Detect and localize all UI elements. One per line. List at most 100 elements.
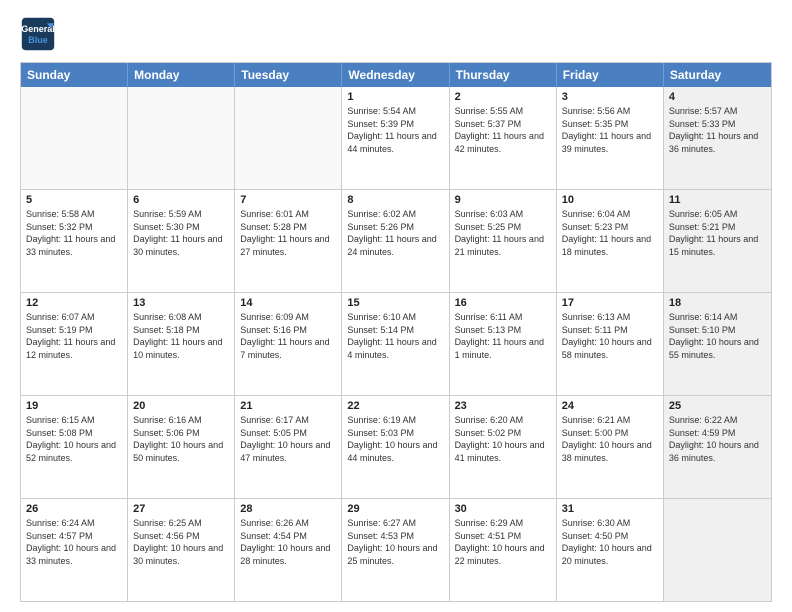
calendar-cell: 7 Sunrise: 6:01 AM Sunset: 5:28 PM Daylig… [235, 190, 342, 292]
cell-info: Sunrise: 6:22 AM Sunset: 4:59 PM Dayligh… [669, 414, 766, 464]
calendar-cell [235, 87, 342, 189]
calendar-cell: 13 Sunrise: 6:08 AM Sunset: 5:18 PM Dayli… [128, 293, 235, 395]
calendar-cell: 10Sunrise: 6:04 AM Sunset: 5:23 PM Dayli… [557, 190, 664, 292]
calendar-row: 1 Sunrise: 5:54 AM Sunset: 5:39 PM Daylig… [21, 87, 771, 189]
header: General Blue [20, 16, 772, 52]
page: General Blue SundayMondayTuesdayWednesda… [0, 0, 792, 612]
cell-info: Sunrise: 6:03 AM Sunset: 5:25 PM Dayligh… [455, 208, 551, 258]
cell-info: Sunrise: 6:09 AM Sunset: 5:16 PM Dayligh… [240, 311, 336, 361]
logo: General Blue [20, 16, 56, 52]
day-number: 8 [347, 194, 443, 206]
day-number: 17 [562, 297, 658, 309]
cell-info: Sunrise: 6:02 AM Sunset: 5:26 PM Dayligh… [347, 208, 443, 258]
calendar-header-cell: Friday [557, 63, 664, 87]
cell-info: Sunrise: 6:10 AM Sunset: 5:14 PM Dayligh… [347, 311, 443, 361]
calendar-cell: 8 Sunrise: 6:02 AM Sunset: 5:26 PM Daylig… [342, 190, 449, 292]
calendar-header-cell: Sunday [21, 63, 128, 87]
cell-info: Sunrise: 6:14 AM Sunset: 5:10 PM Dayligh… [669, 311, 766, 361]
day-number: 6 [133, 194, 229, 206]
day-number: 26 [26, 503, 122, 515]
calendar-cell: 4 Sunrise: 5:57 AM Sunset: 5:33 PM Daylig… [664, 87, 771, 189]
calendar-header-cell: Saturday [664, 63, 771, 87]
day-number: 7 [240, 194, 336, 206]
day-number: 15 [347, 297, 443, 309]
day-number: 12 [26, 297, 122, 309]
calendar-cell: 5 Sunrise: 5:58 AM Sunset: 5:32 PM Daylig… [21, 190, 128, 292]
calendar-cell: 25 Sunrise: 6:22 AM Sunset: 4:59 PM Dayli… [664, 396, 771, 498]
cell-info: Sunrise: 6:15 AM Sunset: 5:08 PM Dayligh… [26, 414, 122, 464]
cell-info: Sunrise: 5:59 AM Sunset: 5:30 PM Dayligh… [133, 208, 229, 258]
day-number: 5 [26, 194, 122, 206]
day-number: 2 [455, 91, 551, 103]
day-number: 9 [455, 194, 551, 206]
cell-info: Sunrise: 6:01 AM Sunset: 5:28 PM Dayligh… [240, 208, 336, 258]
day-number: 18 [669, 297, 766, 309]
day-number: 13 [133, 297, 229, 309]
calendar-cell: 1 Sunrise: 5:54 AM Sunset: 5:39 PM Daylig… [342, 87, 449, 189]
day-number: 22 [347, 400, 443, 412]
calendar-cell: 16Sunrise: 6:11 AM Sunset: 5:13 PM Dayli… [450, 293, 557, 395]
cell-info: Sunrise: 6:07 AM Sunset: 5:19 PM Dayligh… [26, 311, 122, 361]
day-number: 10 [562, 194, 658, 206]
day-number: 19 [26, 400, 122, 412]
day-number: 16 [455, 297, 551, 309]
calendar-cell: 14Sunrise: 6:09 AM Sunset: 5:16 PM Dayli… [235, 293, 342, 395]
cell-info: Sunrise: 5:54 AM Sunset: 5:39 PM Dayligh… [347, 105, 443, 155]
calendar-cell: 17Sunrise: 6:13 AM Sunset: 5:11 PM Dayli… [557, 293, 664, 395]
day-number: 20 [133, 400, 229, 412]
calendar-cell: 22Sunrise: 6:19 AM Sunset: 5:03 PM Dayli… [342, 396, 449, 498]
calendar-cell: 2Sunrise: 5:55 AM Sunset: 5:37 PM Daylig… [450, 87, 557, 189]
calendar-cell: 31Sunrise: 6:30 AM Sunset: 4:50 PM Dayli… [557, 499, 664, 601]
calendar-header-cell: Wednesday [342, 63, 449, 87]
calendar-cell: 9 Sunrise: 6:03 AM Sunset: 5:25 PM Daylig… [450, 190, 557, 292]
calendar-cell: 12 Sunrise: 6:07 AM Sunset: 5:19 PM Dayli… [21, 293, 128, 395]
cell-info: Sunrise: 6:21 AM Sunset: 5:00 PM Dayligh… [562, 414, 658, 464]
calendar-row: 19 Sunrise: 6:15 AM Sunset: 5:08 PM Dayli… [21, 395, 771, 498]
cell-info: Sunrise: 6:17 AM Sunset: 5:05 PM Dayligh… [240, 414, 336, 464]
calendar-body: 1 Sunrise: 5:54 AM Sunset: 5:39 PM Daylig… [21, 87, 771, 601]
calendar-header-cell: Thursday [450, 63, 557, 87]
day-number: 4 [669, 91, 766, 103]
calendar-cell: 23Sunrise: 6:20 AM Sunset: 5:02 PM Dayli… [450, 396, 557, 498]
day-number: 3 [562, 91, 658, 103]
calendar-cell [21, 87, 128, 189]
cell-info: Sunrise: 6:20 AM Sunset: 5:02 PM Dayligh… [455, 414, 551, 464]
calendar-cell: 19 Sunrise: 6:15 AM Sunset: 5:08 PM Dayli… [21, 396, 128, 498]
svg-text:Blue: Blue [28, 35, 48, 45]
cell-info: Sunrise: 5:58 AM Sunset: 5:32 PM Dayligh… [26, 208, 122, 258]
cell-info: Sunrise: 5:57 AM Sunset: 5:33 PM Dayligh… [669, 105, 766, 155]
day-number: 1 [347, 91, 443, 103]
cell-info: Sunrise: 6:29 AM Sunset: 4:51 PM Dayligh… [455, 517, 551, 567]
calendar-header-cell: Tuesday [235, 63, 342, 87]
day-number: 28 [240, 503, 336, 515]
day-number: 27 [133, 503, 229, 515]
day-number: 30 [455, 503, 551, 515]
logo-icon: General Blue [20, 16, 56, 52]
calendar-cell: 26 Sunrise: 6:24 AM Sunset: 4:57 PM Dayli… [21, 499, 128, 601]
calendar: SundayMondayTuesdayWednesdayThursdayFrid… [20, 62, 772, 602]
calendar-cell: 27 Sunrise: 6:25 AM Sunset: 4:56 PM Dayli… [128, 499, 235, 601]
calendar-cell [128, 87, 235, 189]
calendar-row: 26 Sunrise: 6:24 AM Sunset: 4:57 PM Dayli… [21, 498, 771, 601]
cell-info: Sunrise: 6:05 AM Sunset: 5:21 PM Dayligh… [669, 208, 766, 258]
cell-info: Sunrise: 6:25 AM Sunset: 4:56 PM Dayligh… [133, 517, 229, 567]
calendar-cell: 21Sunrise: 6:17 AM Sunset: 5:05 PM Dayli… [235, 396, 342, 498]
calendar-header: SundayMondayTuesdayWednesdayThursdayFrid… [21, 63, 771, 87]
cell-info: Sunrise: 6:08 AM Sunset: 5:18 PM Dayligh… [133, 311, 229, 361]
day-number: 31 [562, 503, 658, 515]
cell-info: Sunrise: 6:16 AM Sunset: 5:06 PM Dayligh… [133, 414, 229, 464]
calendar-cell: 30 Sunrise: 6:29 AM Sunset: 4:51 PM Dayli… [450, 499, 557, 601]
calendar-cell: 24Sunrise: 6:21 AM Sunset: 5:00 PM Dayli… [557, 396, 664, 498]
calendar-header-cell: Monday [128, 63, 235, 87]
calendar-cell: 6 Sunrise: 5:59 AM Sunset: 5:30 PM Daylig… [128, 190, 235, 292]
calendar-cell: 15 Sunrise: 6:10 AM Sunset: 5:14 PM Dayli… [342, 293, 449, 395]
calendar-row: 5 Sunrise: 5:58 AM Sunset: 5:32 PM Daylig… [21, 189, 771, 292]
calendar-row: 12 Sunrise: 6:07 AM Sunset: 5:19 PM Dayli… [21, 292, 771, 395]
day-number: 29 [347, 503, 443, 515]
cell-info: Sunrise: 6:27 AM Sunset: 4:53 PM Dayligh… [347, 517, 443, 567]
day-number: 25 [669, 400, 766, 412]
cell-info: Sunrise: 6:24 AM Sunset: 4:57 PM Dayligh… [26, 517, 122, 567]
calendar-cell: 29 Sunrise: 6:27 AM Sunset: 4:53 PM Dayli… [342, 499, 449, 601]
calendar-cell: 11Sunrise: 6:05 AM Sunset: 5:21 PM Dayli… [664, 190, 771, 292]
calendar-cell: 20 Sunrise: 6:16 AM Sunset: 5:06 PM Dayli… [128, 396, 235, 498]
